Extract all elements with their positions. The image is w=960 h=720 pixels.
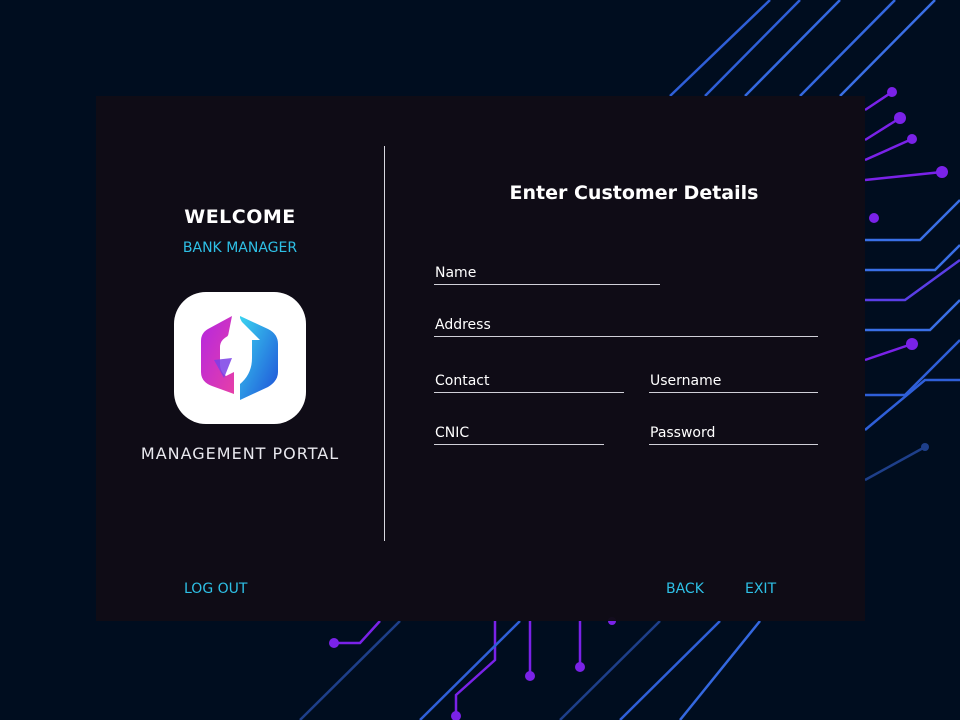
cnic-label: CNIC — [435, 425, 470, 441]
vertical-divider — [384, 146, 385, 541]
back-button[interactable]: BACK — [666, 581, 704, 597]
username-label: Username — [650, 373, 722, 389]
contact-field[interactable]: Contact — [434, 368, 624, 393]
address-label: Address — [435, 317, 491, 333]
username-underline — [649, 392, 818, 393]
app-logo — [174, 292, 306, 424]
name-label: Name — [435, 265, 477, 281]
name-field[interactable]: Name — [434, 260, 660, 285]
logout-button[interactable]: LOG OUT — [184, 581, 247, 597]
name-underline — [434, 284, 660, 285]
role-label: BANK MANAGER — [182, 240, 298, 256]
password-underline — [649, 444, 818, 445]
cnic-underline — [434, 444, 604, 445]
login-panel: WELCOME BANK MANAGER MANAGEMENT PORTAL E… — [96, 96, 865, 621]
address-underline — [434, 336, 818, 337]
contact-label: Contact — [435, 373, 490, 389]
password-field[interactable]: Password — [649, 420, 818, 445]
form-title: Enter Customer Details — [509, 182, 759, 204]
welcome-heading: WELCOME — [184, 206, 296, 228]
hexagon-arrow-icon — [201, 316, 278, 400]
address-field[interactable]: Address — [434, 312, 818, 337]
username-field[interactable]: Username — [649, 368, 818, 393]
cnic-field[interactable]: CNIC — [434, 420, 604, 445]
exit-button[interactable]: EXIT — [745, 581, 776, 597]
portal-title: MANAGEMENT PORTAL — [140, 444, 340, 463]
contact-underline — [434, 392, 624, 393]
password-label: Password — [650, 425, 716, 441]
